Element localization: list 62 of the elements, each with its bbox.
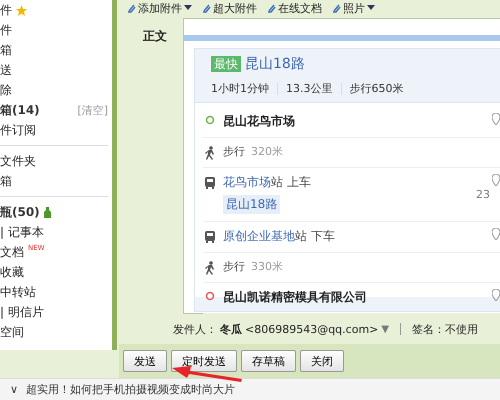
folder-link[interactable]: 件 bbox=[0, 2, 12, 18]
folder-link[interactable]: 箱 bbox=[0, 42, 12, 58]
toolbar-button[interactable]: 在线文档 bbox=[278, 0, 322, 16]
folder-link[interactable]: 空间 bbox=[0, 324, 24, 340]
bus-line-tag: 昆山18路 bbox=[223, 195, 280, 214]
action-button[interactable]: 存草稿 bbox=[241, 350, 296, 372]
start-dot-icon bbox=[205, 115, 215, 125]
station-action: 站 下车 bbox=[295, 228, 335, 245]
action-button[interactable]: 关闭 bbox=[300, 350, 344, 372]
map-pin-icon bbox=[492, 289, 500, 301]
end-dot-icon bbox=[205, 291, 215, 301]
dropdown-caret[interactable]: ▼ bbox=[381, 324, 390, 334]
folder-link[interactable]: 文件夹 bbox=[0, 152, 36, 170]
station-link[interactable]: 原创企业基地 bbox=[223, 228, 295, 245]
walking-person-icon bbox=[204, 261, 216, 275]
signature-label: 签名：不使用 bbox=[412, 322, 478, 336]
stop-count: 23 bbox=[476, 188, 490, 200]
new-label: NEW bbox=[28, 244, 45, 252]
route-stat: 13.3公里 bbox=[286, 81, 332, 96]
folder-link[interactable]: 除 bbox=[0, 82, 12, 98]
walking-person-icon bbox=[204, 146, 216, 160]
route-tag: 最快 bbox=[211, 56, 241, 72]
folder-link[interactable]: | 记事本 bbox=[0, 224, 44, 240]
folder-link[interactable]: | 明信片 bbox=[0, 304, 44, 320]
folder-link[interactable]: 中转站 bbox=[0, 284, 36, 300]
walk-label: 步行 bbox=[223, 259, 245, 274]
walk-label: 步行 bbox=[223, 144, 245, 159]
toolbar-button[interactable]: 添加附件 bbox=[138, 0, 182, 16]
folder-link[interactable]: 送 bbox=[0, 62, 12, 78]
station-action: 站 上车 bbox=[271, 174, 311, 191]
chevron-icon[interactable]: ∨ bbox=[10, 383, 18, 396]
folder-link[interactable]: 箱 bbox=[0, 172, 12, 190]
place-name: 昆山花鸟市场 bbox=[223, 113, 295, 130]
folder-link[interactable]: 件订阅 bbox=[0, 122, 36, 138]
action-button[interactable]: 定时发送 bbox=[171, 350, 237, 372]
action-button[interactable]: 发送 bbox=[123, 350, 167, 372]
arrow-annotation bbox=[172, 366, 242, 382]
folder-link[interactable]: 瓶(50) bbox=[0, 204, 40, 220]
folder-link[interactable]: 件 bbox=[0, 22, 12, 38]
sender-address: <806989543@qq.com> bbox=[245, 322, 378, 336]
route-stat: 步行650米 bbox=[350, 81, 404, 96]
sender-name: 冬瓜 bbox=[220, 322, 242, 336]
folder-link[interactable]: 文档 bbox=[0, 244, 24, 260]
map-pin-icon bbox=[492, 174, 500, 186]
folder-link[interactable]: 收藏 bbox=[0, 264, 24, 280]
toolbar-button[interactable]: 超大附件 bbox=[213, 0, 257, 16]
station-link[interactable]: 花鸟市场 bbox=[223, 174, 271, 191]
map-pin-icon bbox=[492, 113, 500, 125]
news-headline[interactable]: 超实用！如何把手机拍摄视频变成时尚大片 bbox=[26, 382, 236, 397]
editor-area[interactable]: 最快 昆山18路 1小时1分钟 13.3公里 步行650米 昆山花鸟市场 步行 320米 花鸟市场站 上车 昆山18路 23 原创企业基地站 下车 步行 330米 昆山凯诺精密模具有限公司 bbox=[183, 18, 500, 314]
bus-icon bbox=[204, 176, 216, 190]
sender-label: 发件人： bbox=[173, 322, 217, 336]
route-link[interactable]: 昆山18路 bbox=[245, 56, 305, 72]
place-name: 昆山凯诺精密模具有限公司 bbox=[223, 289, 367, 306]
folder-link[interactable]: 箱(14) bbox=[0, 102, 40, 118]
map-pin-icon bbox=[492, 228, 500, 240]
field-label: 正文 bbox=[142, 28, 168, 45]
bus-icon bbox=[204, 230, 216, 244]
walk-distance: 330米 bbox=[251, 259, 283, 274]
route-stat: 1小时1分钟 bbox=[211, 81, 269, 96]
walk-distance: 320米 bbox=[251, 144, 283, 159]
toolbar-button[interactable]: 照片 bbox=[343, 0, 365, 16]
